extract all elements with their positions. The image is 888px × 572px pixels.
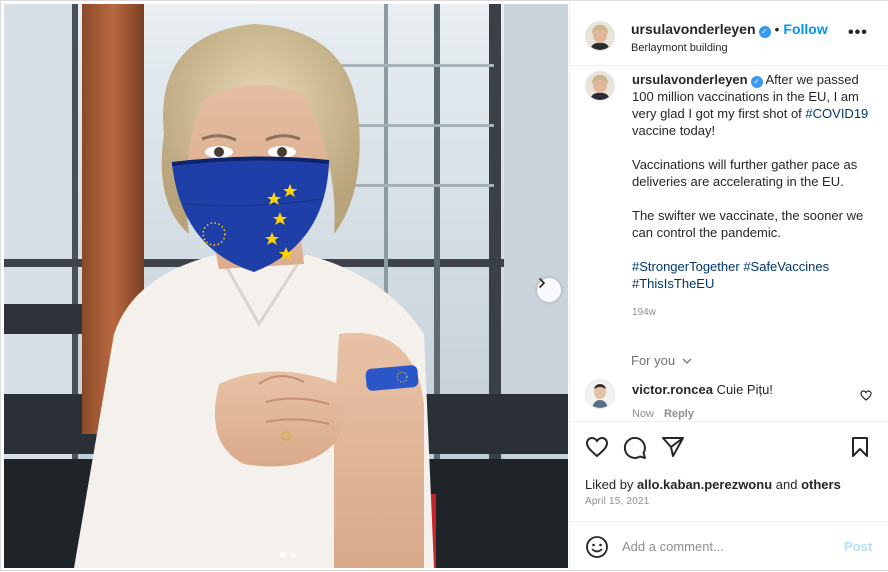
next-image-button[interactable] [537,278,561,302]
hashtag-safevaccines[interactable]: #SafeVaccines [743,259,829,274]
caption-avatar[interactable] [585,71,615,101]
comment-time: Now [632,408,655,420]
save-button[interactable] [850,436,870,463]
more-options-icon[interactable]: ••• [848,25,868,41]
comment-username[interactable]: victor.roncea [632,382,713,397]
post-date: April 15, 2021 [585,496,650,507]
comment-meta: Now Reply [632,408,704,420]
liked-by-others[interactable]: others [801,477,841,492]
follow-button[interactable]: Follow [783,21,827,37]
liked-by-user[interactable]: allo.kaban.perezwonu [637,477,772,492]
add-comment-bar: Post [570,521,888,571]
comment-input[interactable] [622,536,832,556]
avatar-portrait [586,72,614,100]
avatar-portrait [586,380,614,408]
author-username[interactable]: ursulavonderleyen [631,21,756,37]
verified-badge-icon: ✓ [758,26,771,38]
comment-text: Cuie Pițu! [716,382,773,397]
emoji-button[interactable] [585,535,609,564]
chevron-down-icon [682,358,692,364]
smiley-icon [586,536,608,558]
verified-badge-icon: ✓ [750,76,763,88]
comment-like-button[interactable] [860,388,872,406]
caption-section: ursulavonderleyen ✓ After we passed 100 m… [570,66,888,431]
comment-button[interactable] [623,436,647,465]
hashtag-covid19[interactable]: #COVID19 [805,106,868,121]
post-location[interactable]: Berlaymont building [631,42,728,54]
bookmark-icon [852,437,868,457]
send-icon [662,437,684,457]
separator-dot: • [774,21,780,37]
caption-paragraph-2: Vaccinations will further gather pace as… [632,157,858,189]
caption-line1-end: vaccine today! [632,123,716,138]
chevron-right-icon [539,278,545,288]
caption-text: ursulavonderleyen ✓ After we passed 100 m… [632,71,872,321]
caption-username[interactable]: ursulavonderleyen [632,72,748,87]
avatar-portrait [586,22,614,50]
author-avatar[interactable] [585,21,615,51]
heart-icon [585,436,609,458]
header-username-row: ursulavonderleyen ✓ • Follow [631,21,828,38]
carousel-dot [290,552,296,558]
for-you-toggle[interactable]: For you [631,353,692,368]
post-image[interactable] [4,4,568,568]
post-sidebar: ursulavonderleyen ✓ • Follow Berlaymont bui… [569,1,888,570]
comment-bubble-icon [623,436,646,459]
caption-paragraph-3: The swifter we vaccinate, the sooner we … [632,208,864,240]
photo-illustration [4,4,568,568]
like-button[interactable] [585,436,609,463]
hashtag-thisistheeu[interactable]: #ThisIsTheEU [632,276,714,291]
liked-by-connector: and [775,477,798,492]
caption-timestamp: 194w [632,307,656,318]
liked-by-prefix: Liked by [585,477,634,492]
hashtag-strongertogether[interactable]: #StrongerTogether [632,259,740,274]
likes-summary: Liked by allo.kaban.perezwonu and others [585,477,841,492]
commenter-avatar[interactable] [585,379,615,409]
reply-button[interactable]: Reply [664,408,694,420]
comment-content: victor.roncea Cuie Pițu! [632,382,773,397]
post-comment-button[interactable]: Post [844,539,872,554]
carousel-indicator [280,552,296,558]
heart-icon [860,390,872,401]
share-button[interactable] [661,436,685,463]
for-you-label: For you [631,353,676,368]
carousel-dot-active [280,552,286,558]
post-frame: ursulavonderleyen ✓ • Follow Berlaymont bui… [0,0,888,571]
post-header: ursulavonderleyen ✓ • Follow Berlaymont bui… [570,1,888,66]
